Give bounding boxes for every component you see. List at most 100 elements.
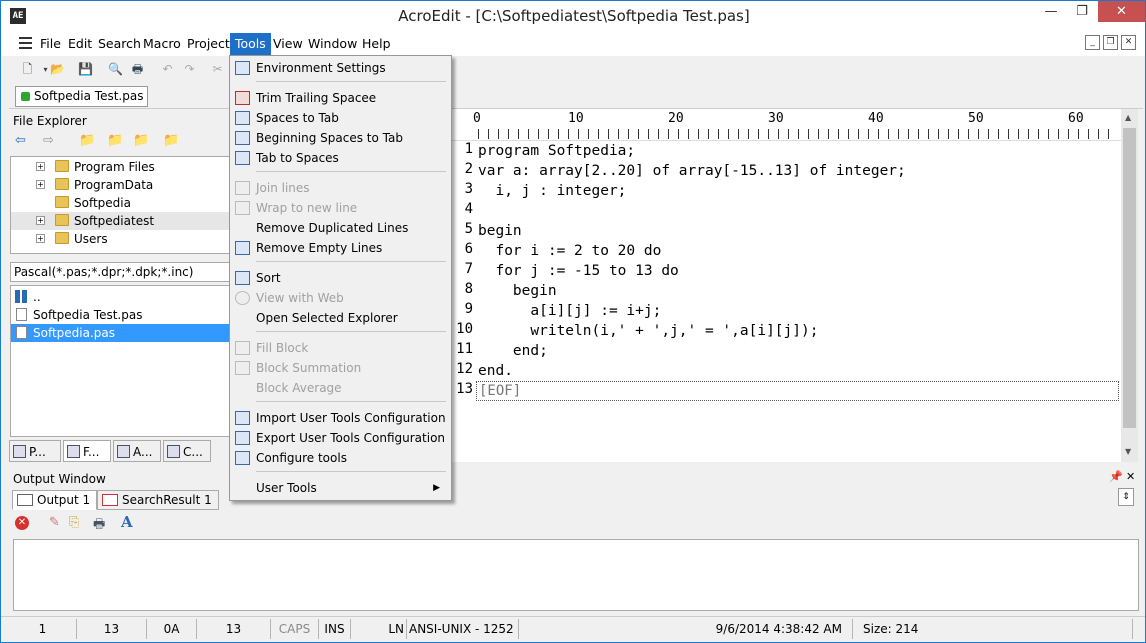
file-filter-select[interactable]: Pascal(*.pas;*.dpr;*.dpk;*.inc) xyxy=(10,262,230,282)
document-tab[interactable]: Softpedia Test.pas xyxy=(15,86,149,107)
open-folder-icon[interactable]: 📂 xyxy=(49,61,66,78)
menu-bar: File Edit Search Macro Project Tools Vie… xyxy=(1,32,1145,56)
tab-project[interactable]: P... xyxy=(9,440,61,462)
scroll-down-icon[interactable]: ▼ xyxy=(1125,447,1131,456)
back-icon[interactable]: ⇦ xyxy=(15,133,26,148)
editor-scrollbar[interactable]: ▲ ▼ xyxy=(1121,109,1138,462)
tab-label: Output 1 xyxy=(37,493,91,507)
menu-item-block-summation[interactable]: Block Summation xyxy=(232,358,449,378)
clear-output-icon[interactable]: ✕ xyxy=(15,516,29,530)
tree-item[interactable]: + Users xyxy=(11,230,229,248)
menu-project[interactable]: Project xyxy=(185,35,232,55)
tree-item-label: Softpedia xyxy=(74,196,131,210)
print-preview-icon[interactable]: 🔍 xyxy=(107,61,124,78)
add-folder-icon[interactable]: 📁 xyxy=(107,133,123,148)
list-item[interactable]: .. xyxy=(11,288,229,306)
menu-item-spaces-to-tab[interactable]: Spaces to Tab xyxy=(232,108,449,128)
menu-item-environment-settings[interactable]: Environment Settings xyxy=(232,58,449,78)
sync-folder-icon[interactable]: 📁 xyxy=(163,133,179,148)
menu-item-block-average[interactable]: Block Average xyxy=(232,378,449,398)
menu-macro[interactable]: Macro xyxy=(141,35,183,55)
maximize-button[interactable]: ❐ xyxy=(1067,1,1097,22)
menu-item-import-user-tools[interactable]: Import User Tools Configuration xyxy=(232,408,449,428)
output-text-area[interactable] xyxy=(13,539,1139,611)
mdi-minimize-icon[interactable]: _ xyxy=(1085,35,1100,50)
menu-item-wrap-new-line[interactable]: Wrap to new line xyxy=(232,198,449,218)
tab-a[interactable]: A... xyxy=(113,440,161,462)
eraser-icon[interactable]: ✎ xyxy=(49,515,60,530)
scroll-thumb[interactable] xyxy=(1123,128,1136,428)
mdi-close-icon[interactable]: ✕ xyxy=(1121,35,1136,50)
output-close-icon[interactable]: ✕ xyxy=(1126,470,1135,483)
tab-output-1[interactable]: Output 1 xyxy=(12,490,98,510)
menu-help[interactable]: Help xyxy=(360,35,393,55)
menu-file[interactable]: File xyxy=(38,35,63,55)
menu-item-open-selected-explorer[interactable]: Open Selected Explorer xyxy=(232,308,449,328)
menu-item-label: Block Average xyxy=(256,381,342,395)
close-button[interactable]: ✕ xyxy=(1098,1,1145,22)
expand-icon[interactable]: + xyxy=(36,234,45,243)
tab-file-explorer[interactable]: F... xyxy=(63,440,111,462)
menu-window[interactable]: Window xyxy=(306,35,359,55)
tree-item[interactable]: + Program Files xyxy=(11,158,229,176)
tree-item[interactable]: + Softpediatest xyxy=(11,212,229,230)
forward-icon[interactable]: ⇨ xyxy=(43,133,54,148)
status-encoding[interactable]: ANSI-UNIX - 1252 (A xyxy=(407,619,519,639)
menu-item-view-with-web[interactable]: View with Web xyxy=(232,288,449,308)
menu-search[interactable]: Search xyxy=(96,35,143,55)
menu-item-user-tools[interactable]: User Tools ▶ xyxy=(232,478,449,498)
menu-edit[interactable]: Edit xyxy=(66,35,94,55)
list-item[interactable]: Softpedia.pas xyxy=(11,324,229,342)
code-editor[interactable]: 0 10 20 30 40 50 60 1 2 3 4 5 6 7 8 9 10… xyxy=(451,109,1121,462)
copy-icon[interactable]: ⎘ xyxy=(69,515,79,530)
doc-menu-icon[interactable] xyxy=(19,37,32,49)
menu-item-sort[interactable]: Sort xyxy=(232,268,449,288)
ruler-label: 40 xyxy=(868,111,884,126)
menu-item-join-lines[interactable]: Join lines xyxy=(232,178,449,198)
scroll-up-icon[interactable]: ▲ xyxy=(1125,113,1131,122)
tree-item[interactable]: Softpedia xyxy=(11,194,229,212)
menu-item-fill-block[interactable]: Fill Block xyxy=(232,338,449,358)
expand-icon[interactable]: + xyxy=(36,216,45,225)
tree-item[interactable]: + ProgramData xyxy=(11,176,229,194)
print-output-icon[interactable]: 🖶 xyxy=(93,515,105,537)
menu-item-label: Sort xyxy=(256,271,281,285)
new-folder-icon[interactable]: 📁 xyxy=(79,133,95,148)
expand-icon[interactable]: + xyxy=(36,180,45,189)
redo-icon[interactable]: ↷ xyxy=(181,61,198,78)
cut-icon[interactable]: ✂ xyxy=(209,61,226,78)
menu-item-beginning-spaces-to-tab[interactable]: Beginning Spaces to Tab xyxy=(232,128,449,148)
output-scroll-icon[interactable]: ⇕ xyxy=(1118,488,1134,506)
menu-item-trim-trailing[interactable]: Trim Trailing Spacee xyxy=(232,88,449,108)
menu-item-label: Configure tools xyxy=(256,451,347,465)
menu-view[interactable]: View xyxy=(271,35,305,55)
menu-item-remove-empty[interactable]: Remove Empty Lines xyxy=(232,238,449,258)
folder-icon xyxy=(55,214,69,226)
minimize-button[interactable]: — xyxy=(1036,1,1066,22)
tab-search-result-1[interactable]: SearchResult 1 xyxy=(97,490,219,510)
list-item[interactable]: Softpedia Test.pas xyxy=(11,306,229,324)
mdi-restore-icon[interactable]: ❐ xyxy=(1103,35,1118,50)
folder-options-icon[interactable]: 📁 xyxy=(133,133,149,148)
menu-tools[interactable]: Tools xyxy=(230,33,271,55)
pin-icon[interactable]: 📌 xyxy=(1109,470,1123,483)
undo-icon[interactable]: ↶ xyxy=(159,61,176,78)
menu-item-configure-tools[interactable]: Configure tools xyxy=(232,448,449,468)
menu-item-export-user-tools[interactable]: Export User Tools Configuration xyxy=(232,428,449,448)
menu-item-remove-duplicated[interactable]: Remove Duplicated Lines xyxy=(232,218,449,238)
save-icon[interactable]: 💾 xyxy=(77,61,94,78)
new-file-icon[interactable]: 🗋 xyxy=(19,61,36,78)
tab-c[interactable]: C... xyxy=(163,440,211,462)
expand-icon[interactable]: + xyxy=(36,162,45,171)
menu-item-tab-to-spaces[interactable]: Tab to Spaces xyxy=(232,148,449,168)
search-result-icon xyxy=(102,494,118,506)
code-area[interactable]: program Softpedia; var a: array[2..20] o… xyxy=(451,141,1121,462)
menu-item-label: Environment Settings xyxy=(256,61,386,75)
menu-item-label: Remove Duplicated Lines xyxy=(256,221,409,235)
code-line: writeln(i,' + ',j,' = ',a[i][j]); xyxy=(478,323,819,339)
print-icon[interactable]: 🖶 xyxy=(129,61,146,78)
status-char: 0A xyxy=(147,619,197,639)
status-col: 1 xyxy=(9,619,77,639)
font-icon[interactable]: A xyxy=(121,513,133,531)
output-window: Output Window 📌 ✕ Output 1 SearchResult … xyxy=(9,469,1139,613)
